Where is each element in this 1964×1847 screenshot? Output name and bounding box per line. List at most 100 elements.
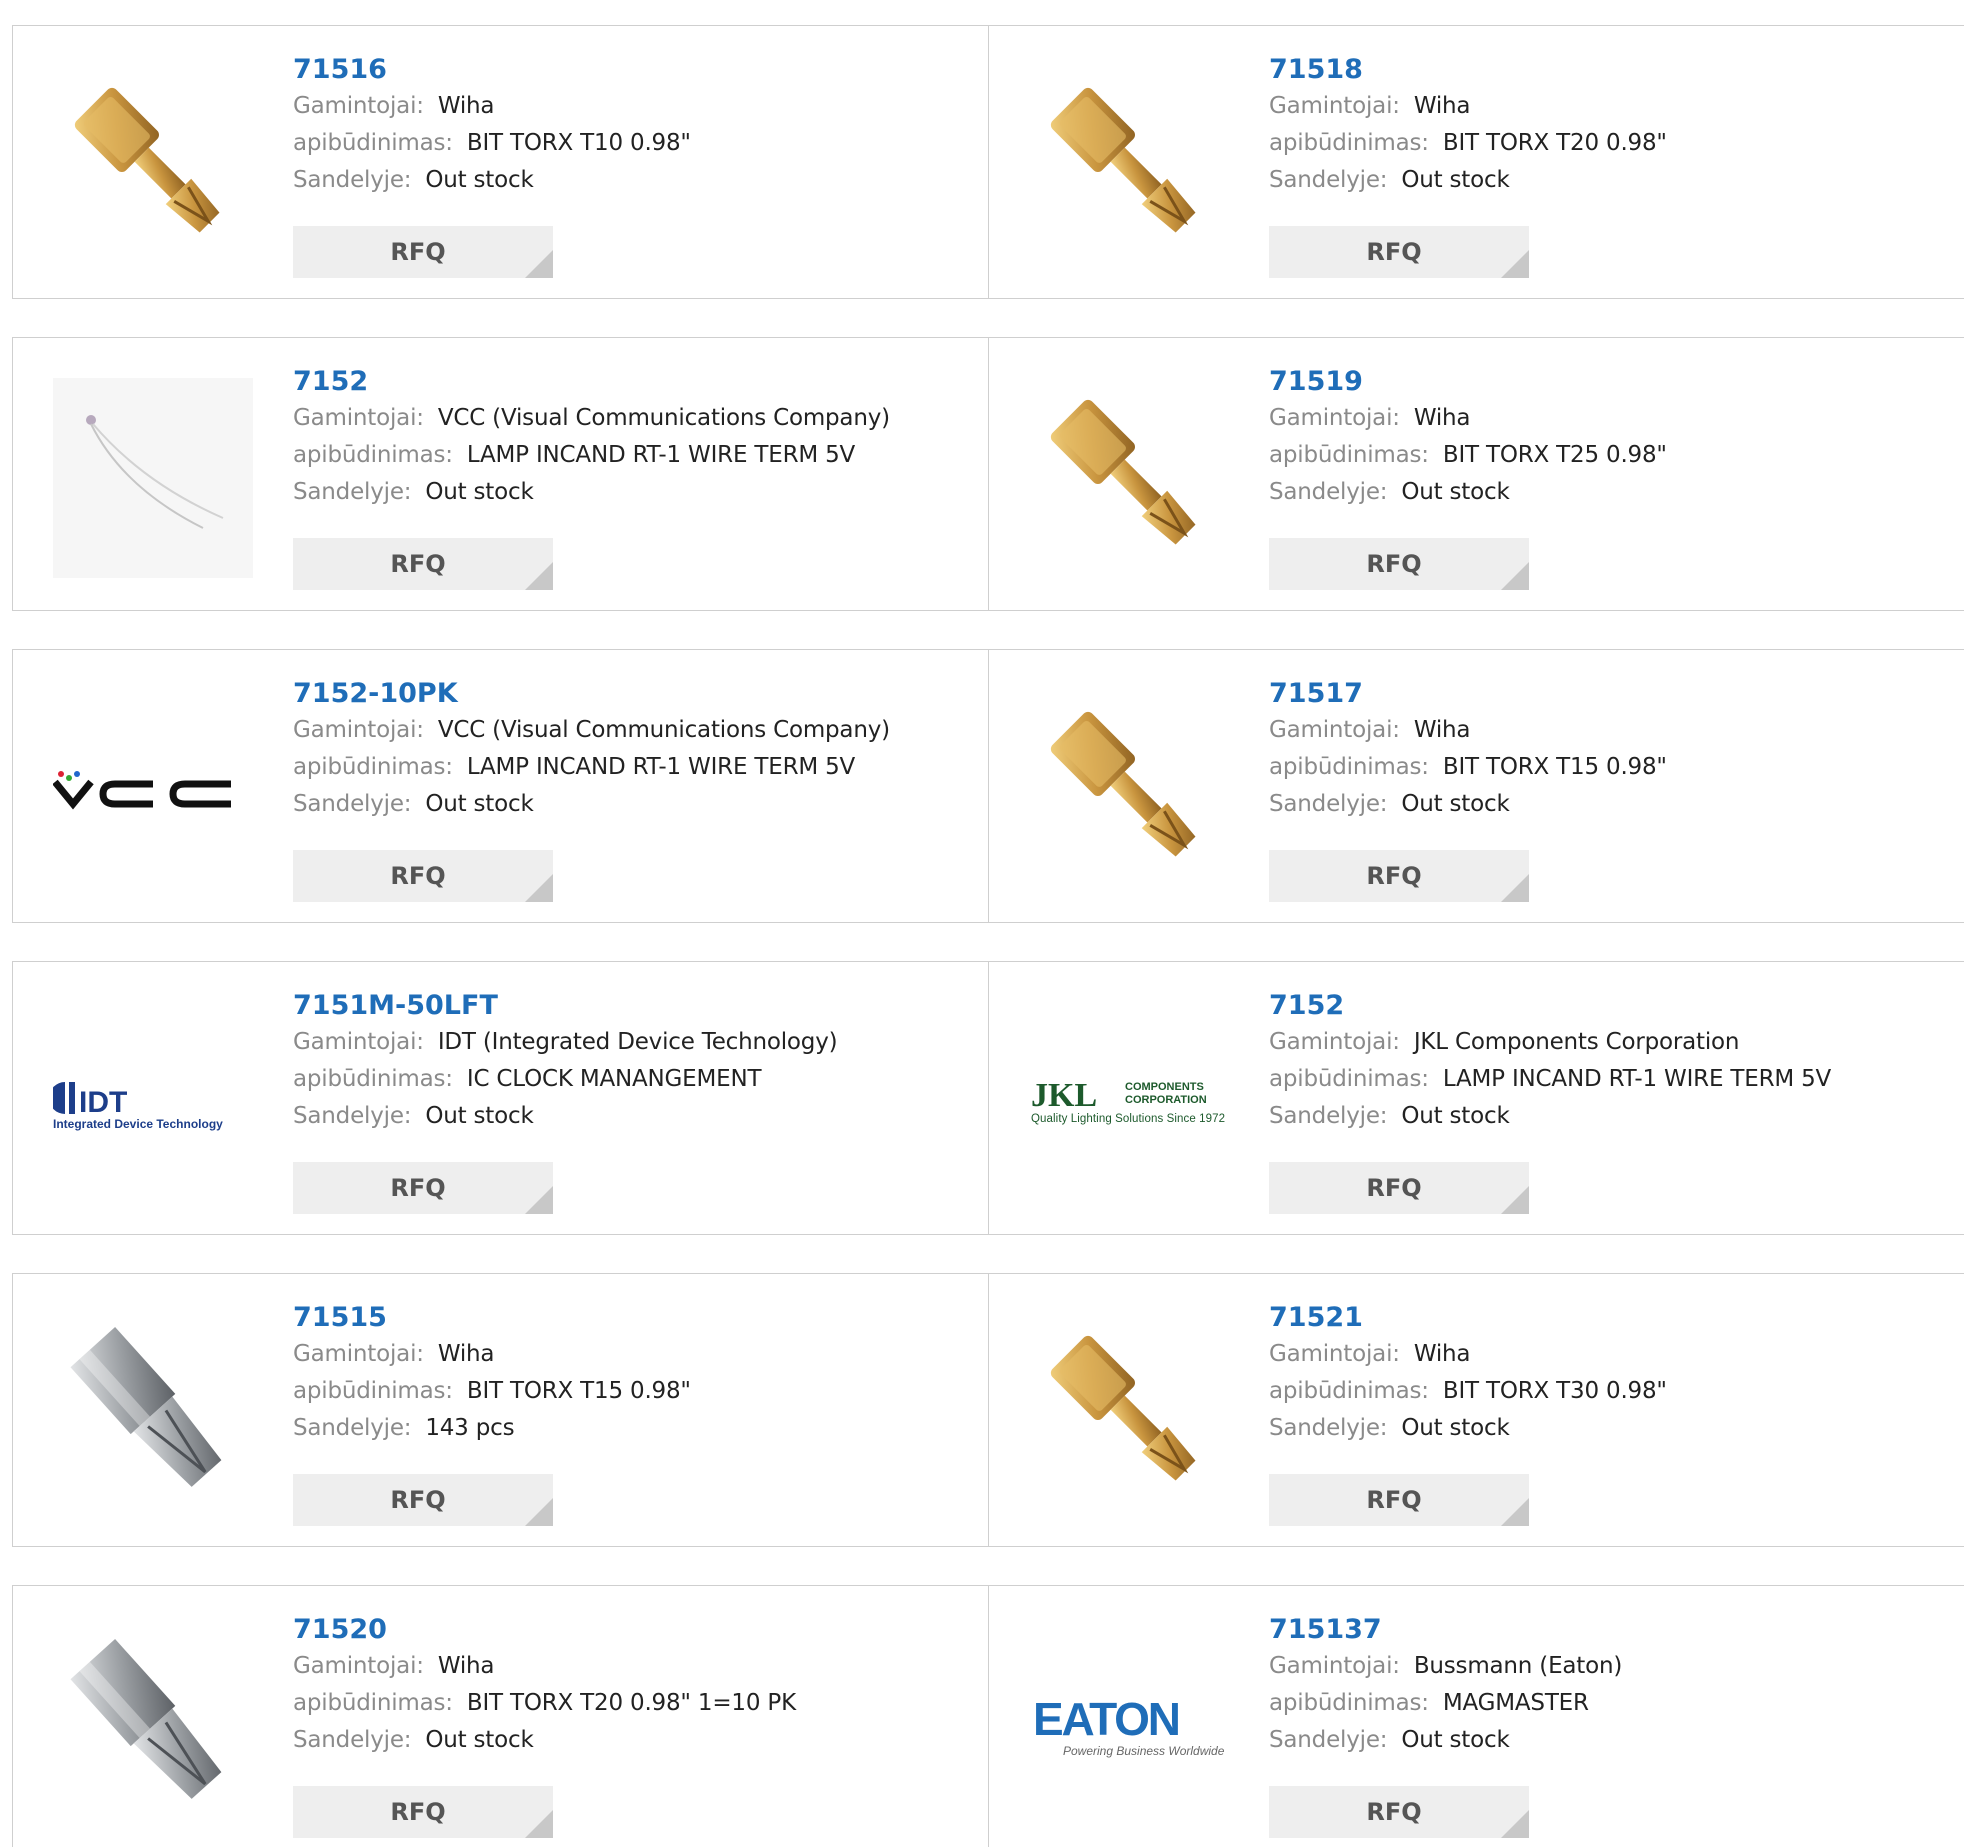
rfq-label: RFQ (1366, 862, 1422, 890)
stock-label: Sandelyje: (1269, 1103, 1388, 1129)
svg-text:COMPONENTS: COMPONENTS (1125, 1081, 1204, 1093)
jkl-logo-mark: JKL (1031, 1077, 1097, 1114)
part-number-link[interactable]: 7151M-50LFT (293, 988, 498, 1024)
stock-label: Sandelyje: (1269, 791, 1388, 817)
gold-torx-bit-icon[interactable] (1029, 66, 1229, 266)
stock-label: Sandelyje: (1269, 1727, 1388, 1753)
description-value: BIT TORX T20 0.98" (1442, 130, 1667, 156)
rfq-label: RFQ (390, 1486, 446, 1514)
manufacturer-label: Gamintojai: (1269, 1029, 1400, 1055)
product-card: 71516 Gamintojai: Wiha apibūdinimas: BIT T… (12, 25, 990, 299)
manufacturer-label: Gamintojai: (293, 1653, 424, 1679)
description-label: apibūdinimas: (293, 1066, 453, 1092)
rfq-corner-decoration (525, 1186, 553, 1214)
stock-value: Out stock (425, 167, 534, 193)
product-card: 7152-10PK Gamintojai: VCC (Visual Communi… (12, 649, 990, 923)
rfq-button[interactable]: RFQ (1269, 538, 1529, 590)
gold-torx-bit-icon[interactable] (1029, 378, 1229, 578)
vcc-logo[interactable] (53, 690, 253, 890)
part-number-link[interactable]: 7152 (1269, 988, 1344, 1024)
eaton-logo[interactable]: EATON Powering Business Worldwide (1029, 1626, 1229, 1826)
wire-lamp-icon[interactable] (53, 378, 253, 578)
idt-logo[interactable]: IDT Integrated Device Technology (53, 1002, 253, 1202)
rfq-button[interactable]: RFQ (1269, 1162, 1529, 1214)
rfq-label: RFQ (1366, 1174, 1422, 1202)
stock-value: Out stock (1401, 1727, 1510, 1753)
part-number-link[interactable]: 71518 (1269, 52, 1363, 88)
stock-value: Out stock (425, 479, 534, 505)
part-number-link[interactable]: 715137 (1269, 1612, 1382, 1648)
product-info: 71519 Gamintojai: Wiha apibūdinimas: BIT T… (1269, 364, 1957, 511)
stock-value: Out stock (1401, 167, 1510, 193)
manufacturer-row: Gamintojai: Wiha (1269, 400, 1957, 437)
rfq-button[interactable]: RFQ (293, 1162, 553, 1214)
rfq-label: RFQ (390, 1798, 446, 1826)
rfq-button[interactable]: RFQ (1269, 850, 1529, 902)
silver-torx-bit-icon[interactable] (53, 1626, 253, 1826)
part-number-link[interactable]: 71519 (1269, 364, 1363, 400)
jkl-logo[interactable]: JKL COMPONENTS CORPORATION Quality Lighting… (1029, 1002, 1229, 1202)
stock-value: Out stock (425, 1727, 534, 1753)
rfq-button[interactable]: RFQ (1269, 226, 1529, 278)
gold-torx-bit-icon[interactable] (53, 66, 253, 266)
part-number-link[interactable]: 7152 (293, 364, 368, 400)
stock-row: Sandelyje: Out stock (293, 786, 979, 823)
eaton-logo-mark: EATON (1033, 1693, 1181, 1745)
eaton-logo-tagline: Powering Business Worldwide (1063, 1744, 1225, 1758)
rfq-button[interactable]: RFQ (293, 226, 553, 278)
stock-row: Sandelyje: Out stock (1269, 474, 1957, 511)
stock-value: Out stock (1401, 791, 1510, 817)
manufacturer-row: Gamintojai: JKL Components Corporation (1269, 1024, 1957, 1061)
product-info: 71521 Gamintojai: Wiha apibūdinimas: BIT T… (1269, 1300, 1957, 1447)
stock-value: Out stock (425, 791, 534, 817)
product-info: 71518 Gamintojai: Wiha apibūdinimas: BIT T… (1269, 52, 1957, 199)
rfq-button[interactable]: RFQ (1269, 1474, 1529, 1526)
gold-torx-bit-icon[interactable] (1029, 690, 1229, 890)
stock-row: Sandelyje: Out stock (293, 1098, 979, 1135)
product-info: 71516 Gamintojai: Wiha apibūdinimas: BIT T… (293, 52, 979, 199)
manufacturer-label: Gamintojai: (293, 717, 424, 743)
part-number-link[interactable]: 71516 (293, 52, 387, 88)
stock-label: Sandelyje: (1269, 1415, 1388, 1441)
product-card: 7152 Gamintojai: VCC (Visual Communicatio… (12, 337, 990, 611)
rfq-button[interactable]: RFQ (293, 850, 553, 902)
rfq-button[interactable]: RFQ (293, 1786, 553, 1838)
part-number-link[interactable]: 7152-10PK (293, 676, 458, 712)
manufacturer-label: Gamintojai: (293, 1341, 424, 1367)
stock-value: Out stock (1401, 1103, 1510, 1129)
product-card: 71518 Gamintojai: Wiha apibūdinimas: BIT T… (988, 25, 1964, 299)
silver-torx-bit-icon[interactable] (53, 1314, 253, 1514)
description-label: apibūdinimas: (293, 754, 453, 780)
part-number-link[interactable]: 71520 (293, 1612, 387, 1648)
manufacturer-value: Wiha (1413, 405, 1471, 431)
gold-torx-bit-icon[interactable] (1029, 1314, 1229, 1514)
part-number-link[interactable]: 71517 (1269, 676, 1363, 712)
product-card: 71515 Gamintojai: Wiha apibūdinimas: BIT T… (12, 1273, 990, 1547)
stock-value: Out stock (1401, 479, 1510, 505)
manufacturer-value: Wiha (1413, 93, 1471, 119)
description-value: BIT TORX T30 0.98" (1442, 1378, 1667, 1404)
stock-row: Sandelyje: Out stock (293, 474, 979, 511)
product-info: 7152 Gamintojai: VCC (Visual Communicatio… (293, 364, 979, 511)
rfq-label: RFQ (1366, 1486, 1422, 1514)
description-label: apibūdinimas: (1269, 754, 1429, 780)
manufacturer-value: IDT (Integrated Device Technology) (437, 1029, 838, 1055)
rfq-corner-decoration (1501, 874, 1529, 902)
description-row: apibūdinimas: LAMP INCAND RT-1 WIRE TERM … (293, 749, 979, 786)
manufacturer-row: Gamintojai: IDT (Integrated Device Techno… (293, 1024, 979, 1061)
stock-label: Sandelyje: (293, 167, 412, 193)
rfq-label: RFQ (390, 238, 446, 266)
rfq-corner-decoration (525, 250, 553, 278)
product-info: 71517 Gamintojai: Wiha apibūdinimas: BIT T… (1269, 676, 1957, 823)
rfq-label: RFQ (390, 862, 446, 890)
stock-row: Sandelyje: 143 pcs (293, 1410, 979, 1447)
part-number-link[interactable]: 71521 (1269, 1300, 1363, 1336)
rfq-button[interactable]: RFQ (1269, 1786, 1529, 1838)
stock-label: Sandelyje: (293, 1727, 412, 1753)
svg-text:CORPORATION: CORPORATION (1125, 1094, 1207, 1106)
rfq-label: RFQ (1366, 1798, 1422, 1826)
rfq-button[interactable]: RFQ (293, 1474, 553, 1526)
stock-label: Sandelyje: (293, 1103, 412, 1129)
rfq-button[interactable]: RFQ (293, 538, 553, 590)
part-number-link[interactable]: 71515 (293, 1300, 387, 1336)
